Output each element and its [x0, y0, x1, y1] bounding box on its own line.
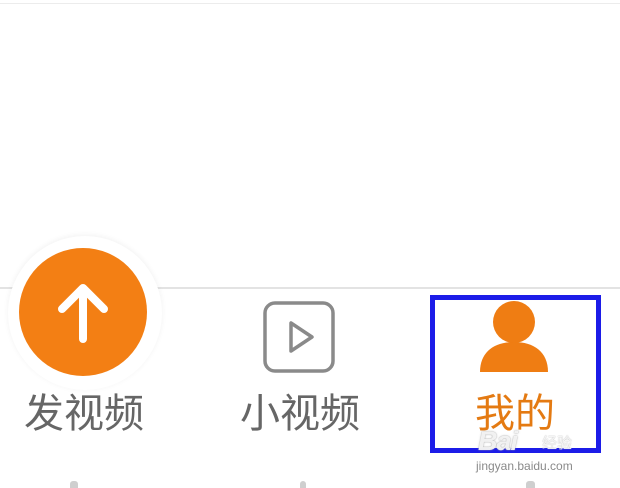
tab-label-publish-video[interactable]: 发视频 [0, 386, 168, 442]
tab-label-mine[interactable]: 我的 [440, 386, 590, 442]
tab-label-short-video[interactable]: 小视频 [215, 386, 385, 442]
top-divider [0, 3, 620, 4]
play-icon [263, 301, 335, 373]
watermark-url: jingyan.baidu.com [476, 459, 573, 473]
arrow-up-icon [58, 284, 108, 343]
partial-shape [70, 481, 78, 488]
partial-shape [526, 481, 535, 488]
person-icon [480, 301, 548, 372]
upload-video-button[interactable] [19, 248, 147, 376]
partial-shape [300, 481, 306, 488]
